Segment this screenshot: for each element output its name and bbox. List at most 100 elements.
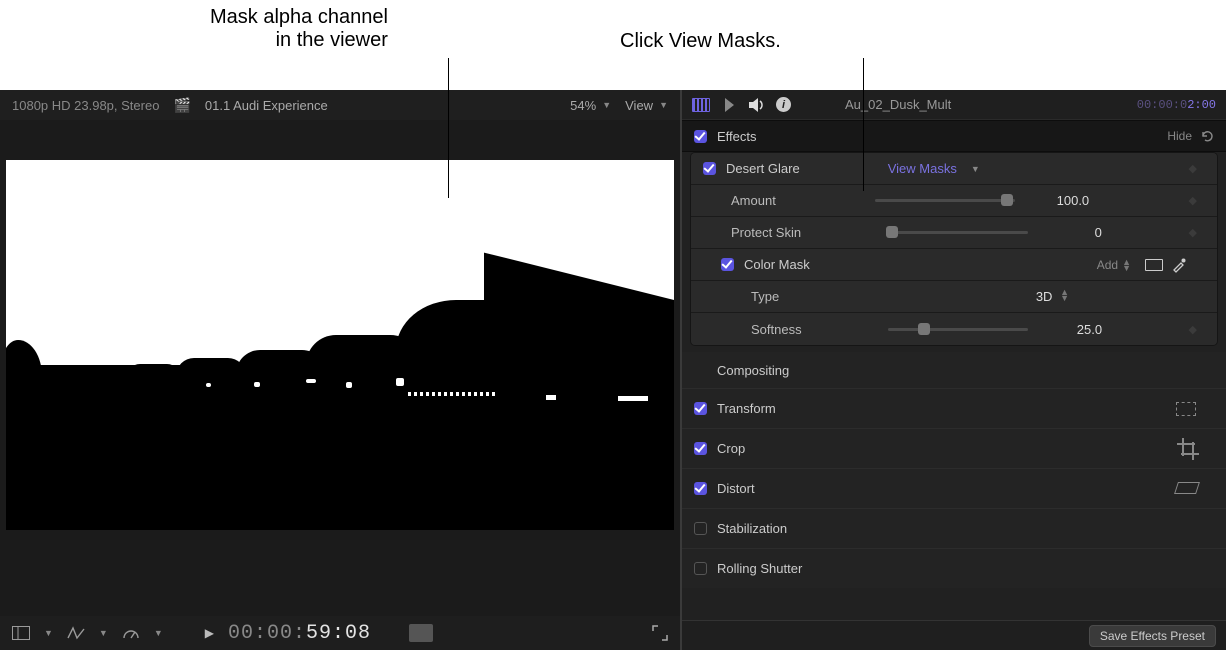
- zoom-value: 54%: [570, 98, 596, 113]
- amount-label: Amount: [731, 193, 776, 208]
- amount-slider[interactable]: [875, 199, 1015, 202]
- rolling-shutter-checkbox[interactable]: [694, 562, 707, 575]
- protect-skin-slider[interactable]: [888, 231, 1028, 234]
- clip-duration: 00:00:02:00: [1137, 98, 1216, 112]
- callout-view-masks: Click View Masks.: [620, 30, 781, 53]
- generator-tab-icon[interactable]: [720, 97, 738, 113]
- color-mask-label: Color Mask: [744, 257, 810, 272]
- protect-skin-value[interactable]: 0: [1042, 225, 1102, 240]
- view-masks-button[interactable]: View Masks ▼: [888, 161, 980, 176]
- effect-header-row[interactable]: Desert Glare View Masks ▼ ◆: [691, 153, 1217, 185]
- param-protect-skin-row: Protect Skin 0 ◆: [691, 217, 1217, 249]
- crop-checkbox[interactable]: [694, 442, 707, 455]
- clip-name: Au_02_Dusk_Mult: [845, 97, 951, 112]
- transform-icon[interactable]: [1176, 402, 1196, 416]
- distort-icon[interactable]: [1176, 482, 1196, 496]
- stabilization-checkbox[interactable]: [694, 522, 707, 535]
- chevron-down-icon: ▼: [154, 628, 163, 638]
- callout-leader-left: [448, 58, 449, 198]
- type-value: 3D: [1036, 289, 1053, 304]
- crop-label: Crop: [717, 441, 745, 456]
- keyframe-diamond-icon[interactable]: ◆: [1189, 194, 1197, 207]
- timecode-display[interactable]: 00:00:59:08: [228, 622, 371, 645]
- compositing-label: Compositing: [717, 363, 789, 378]
- stabilization-row[interactable]: Stabilization: [682, 508, 1226, 548]
- compositing-header-row[interactable]: Compositing: [682, 352, 1226, 388]
- inspector-body: Effects Hide Desert Glare View Masks ▼ ◆: [682, 120, 1226, 620]
- effects-checkbox[interactable]: [694, 130, 707, 143]
- viewer-bottom-bar: ▼ ▼ ▼ ▶ 00:00:59:08: [0, 616, 680, 650]
- video-tab-icon[interactable]: [692, 97, 710, 113]
- distort-label: Distort: [717, 481, 755, 496]
- info-tab-icon[interactable]: i: [776, 97, 791, 112]
- transform-row[interactable]: Transform: [682, 388, 1226, 428]
- add-label: Add: [1097, 258, 1118, 272]
- timecode-value: 59:08: [306, 622, 371, 645]
- stepper-icon: ▲▼: [1060, 289, 1069, 301]
- type-label: Type: [751, 289, 779, 304]
- inspector-panel: i Au_02_Dusk_Mult 00:00:02:00 Effects Hi…: [682, 90, 1226, 650]
- audio-tab-icon[interactable]: [748, 97, 766, 113]
- canvas-area: [0, 120, 680, 616]
- rolling-shutter-row[interactable]: Rolling Shutter: [682, 548, 1226, 588]
- softness-label: Softness: [751, 322, 802, 337]
- fullscreen-icon[interactable]: [652, 625, 668, 641]
- inspector-footer: Save Effects Preset: [682, 620, 1226, 650]
- type-popup[interactable]: 3D ▲▼: [1036, 289, 1069, 304]
- retime-menu-icon[interactable]: [67, 626, 85, 640]
- param-softness-row: Softness 25.0 ◆: [691, 313, 1217, 345]
- amount-value[interactable]: 100.0: [1029, 193, 1089, 208]
- distort-checkbox[interactable]: [694, 482, 707, 495]
- distort-row[interactable]: Distort: [682, 468, 1226, 508]
- param-amount-row: Amount 100.0 ◆: [691, 185, 1217, 217]
- chevron-down-icon: ▼: [99, 628, 108, 638]
- chevron-down-icon: ▼: [602, 100, 611, 110]
- app-window: 1080p HD 23.98p, Stereo 🎬 01.1 Audi Expe…: [0, 90, 1226, 650]
- effect-name-label: Desert Glare: [726, 161, 800, 176]
- viewer-toolbar: 1080p HD 23.98p, Stereo 🎬 01.1 Audi Expe…: [0, 90, 680, 120]
- viewer-canvas[interactable]: [6, 160, 674, 530]
- viewer-panel: 1080p HD 23.98p, Stereo 🎬 01.1 Audi Expe…: [0, 90, 680, 650]
- keyframe-diamond-icon[interactable]: ◆: [1189, 226, 1197, 239]
- clapperboard-icon: 🎬: [173, 97, 190, 114]
- crop-icon[interactable]: [1180, 441, 1196, 457]
- play-button[interactable]: ▶: [205, 626, 214, 640]
- protect-skin-label: Protect Skin: [731, 225, 801, 240]
- effect-desert-glare: Desert Glare View Masks ▼ ◆ Amount 100.0…: [690, 152, 1218, 346]
- softness-value[interactable]: 25.0: [1042, 322, 1102, 337]
- keyframe-diamond-icon[interactable]: ◆: [1189, 323, 1197, 336]
- timecode-prefix: 00:00:: [228, 622, 306, 645]
- transform-checkbox[interactable]: [694, 402, 707, 415]
- view-label: View: [625, 98, 653, 113]
- layout-menu-icon[interactable]: [12, 626, 30, 640]
- param-type-row: Type 3D ▲▼: [691, 281, 1217, 313]
- save-effects-preset-button[interactable]: Save Effects Preset: [1089, 625, 1216, 647]
- chevron-down-icon: ▼: [44, 628, 53, 638]
- callout-leader-right: [863, 58, 864, 191]
- effect-enable-checkbox[interactable]: [703, 162, 716, 175]
- mask-shape-icon[interactable]: [1145, 259, 1163, 271]
- effects-header-label: Effects: [717, 129, 757, 144]
- softness-slider[interactable]: [888, 328, 1028, 331]
- mask-add-button[interactable]: Add ▲▼: [1097, 258, 1131, 272]
- stepper-icon: ▲▼: [1122, 259, 1131, 271]
- zoom-dropdown[interactable]: 54% ▼: [570, 98, 611, 113]
- hide-button[interactable]: Hide: [1167, 129, 1192, 143]
- rolling-shutter-label: Rolling Shutter: [717, 561, 802, 576]
- param-color-mask-row: Color Mask Add ▲▼: [691, 249, 1217, 281]
- transform-label: Transform: [717, 401, 776, 416]
- crop-row[interactable]: Crop: [682, 428, 1226, 468]
- effects-header-row[interactable]: Effects Hide: [682, 120, 1226, 152]
- format-label: 1080p HD 23.98p, Stereo: [12, 98, 159, 113]
- keyframe-diamond-icon[interactable]: ◆: [1189, 162, 1197, 175]
- inspector-tabs: i Au_02_Dusk_Mult 00:00:02:00: [682, 90, 1226, 120]
- eyedropper-icon[interactable]: [1171, 257, 1187, 273]
- callout-mask-alpha: Mask alpha channel in the viewer: [210, 6, 388, 52]
- project-name: 01.1 Audi Experience: [205, 98, 328, 113]
- reset-icon[interactable]: [1200, 129, 1214, 143]
- audio-meter: [409, 624, 433, 642]
- view-dropdown[interactable]: View ▼: [625, 98, 668, 113]
- color-mask-checkbox[interactable]: [721, 258, 734, 271]
- speed-menu-icon[interactable]: [122, 626, 140, 640]
- chevron-down-icon: ▼: [971, 164, 980, 174]
